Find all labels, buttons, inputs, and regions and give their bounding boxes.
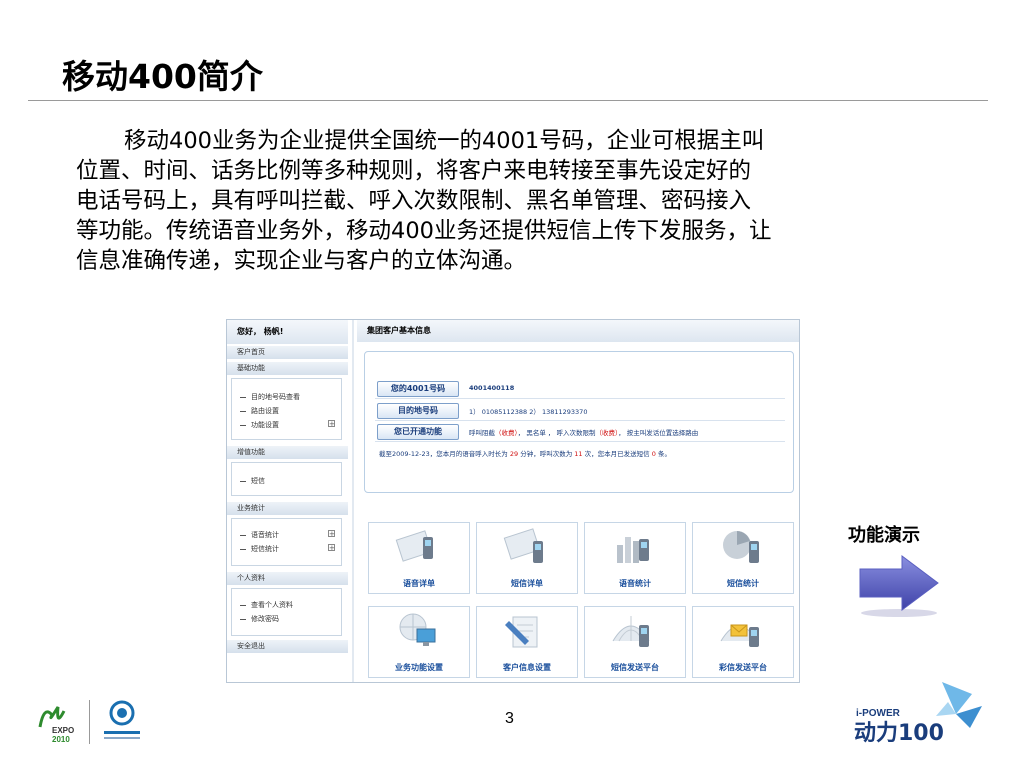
app-screenshot: 您好， 杨帆! 客户首页 基础功能 目的地号码查看 路由设置 功能设置 + 增值…: [226, 319, 800, 683]
customer-info-panel: 您的4001号码 4001400118 目的地号码 1） 01085112388…: [364, 351, 794, 493]
intro-line-2: 位置、时间、话务比例等多种规则，将客户来电转接至事先设定好的: [76, 158, 752, 184]
tile-customer-info[interactable]: 客户信息设置: [476, 606, 578, 678]
sidebar-box-value-added: 短信: [231, 462, 342, 496]
tile-mms-platform[interactable]: 彩信发送平台: [692, 606, 794, 678]
number-value: 4001400118: [469, 384, 515, 392]
intro-line-5: 信息准确传递，实现企业与客户的立体沟通。: [76, 248, 527, 274]
tile-voice-detail[interactable]: 语音详单: [368, 522, 470, 594]
sidebar-item-logout[interactable]: 安全退出: [227, 640, 348, 653]
features-label-button[interactable]: 您已开通功能: [377, 424, 459, 440]
tile-label: 短信发送平台: [611, 663, 659, 672]
row-divider: [375, 441, 785, 442]
sidebar-item-sms[interactable]: 短信: [240, 476, 265, 486]
app-sidebar: 您好， 杨帆! 客户首页 基础功能 目的地号码查看 路由设置 功能设置 + 增值…: [227, 320, 348, 682]
tile-voice-stats[interactable]: 语音统计: [584, 522, 686, 594]
sms-detail-icon: [503, 528, 543, 563]
tile-label: 彩信发送平台: [719, 663, 767, 672]
sms-platform-icon: [612, 616, 650, 647]
slide-title: 移动400简介: [62, 57, 263, 96]
expo-china-mobile-logo: EXPO 2010: [34, 697, 154, 751]
tile-label: 语音详单: [403, 579, 435, 588]
sidebar-item-dest-numbers[interactable]: 目的地号码查看: [240, 392, 300, 402]
sidebar-item-home[interactable]: 客户首页: [227, 346, 348, 359]
tile-sms-stats[interactable]: 短信统计: [692, 522, 794, 594]
sidebar-item-change-password[interactable]: 修改密码: [240, 614, 279, 624]
sidebar-section-basic[interactable]: 基础功能: [227, 362, 348, 375]
expand-icon[interactable]: +: [328, 420, 335, 428]
title-divider: [28, 100, 988, 101]
sidebar-box-profile: 查看个人资料 修改密码: [231, 588, 342, 636]
page-number: 3: [505, 710, 514, 727]
dest-value: 1） 01085112388 2） 13811293370: [469, 408, 588, 416]
dest-label-button[interactable]: 目的地号码: [377, 403, 459, 419]
tile-label: 业务功能设置: [395, 663, 443, 672]
tile-feature-settings[interactable]: 业务功能设置: [368, 606, 470, 678]
sidebar-item-voice-stats[interactable]: 语音统计: [240, 530, 279, 540]
sidebar-item-sms-stats[interactable]: 短信统计: [240, 544, 279, 554]
expand-icon[interactable]: +: [328, 544, 335, 552]
sidebar-box-stats: 语音统计 + 短信统计 +: [231, 518, 342, 566]
tile-label: 短信统计: [727, 579, 759, 588]
ipower-text: i-POWER: [856, 708, 901, 719]
sidebar-section-value-added[interactable]: 增值功能: [227, 446, 348, 459]
demo-arrow-button[interactable]: [856, 553, 942, 623]
ipower-logo-icon: i-POWER 动力100: [854, 682, 982, 746]
tile-label: 语音统计: [619, 579, 651, 588]
intro-line-3: 电话号码上，具有呼叫拦截、呼入次数限制、黑名单管理、密码接入: [76, 188, 752, 214]
intro-line-1: 移动400业务为企业提供全国统一的4001号码，企业可根据主叫: [124, 128, 765, 154]
sidebar-section-profile[interactable]: 个人资料: [227, 572, 348, 585]
document-pencil-icon: [505, 616, 538, 648]
row-divider: [375, 420, 785, 421]
expo-text: EXPO: [52, 726, 74, 735]
tile-label: 客户信息设置: [503, 663, 551, 672]
sidebar-item-routing[interactable]: 路由设置: [240, 406, 279, 416]
number-label-button[interactable]: 您的4001号码: [377, 381, 459, 397]
row-divider: [375, 398, 785, 399]
sidebar-item-view-profile[interactable]: 查看个人资料: [240, 600, 293, 610]
expo-year: 2010: [52, 735, 70, 744]
expo-logo-icon: EXPO 2010: [38, 700, 140, 744]
intro-line-4: 等功能。传统语音业务外，移动400业务还提供短信上传下发服务，让: [76, 218, 772, 244]
sidebar-item-feature-settings[interactable]: 功能设置: [240, 420, 279, 430]
tile-sms-detail[interactable]: 短信详单: [476, 522, 578, 594]
sidebar-section-stats[interactable]: 业务统计: [227, 502, 348, 515]
sidebar-greeting: 您好， 杨帆!: [227, 320, 348, 344]
pie-chart-icon: [723, 531, 759, 563]
tile-label: 短信详单: [511, 579, 543, 588]
right-arrow-icon: [859, 555, 939, 617]
globe-monitor-icon: [399, 613, 436, 646]
ipower-logo: i-POWER 动力100: [852, 680, 992, 754]
intro-paragraph: 移动400业务为企业提供全国统一的4001号码，企业可根据主叫 位置、时间、话务…: [76, 126, 956, 276]
sidebar-divider: [352, 320, 354, 682]
mms-platform-icon: [720, 624, 759, 647]
tile-sms-platform[interactable]: 短信发送平台: [584, 606, 686, 678]
voice-detail-icon: [395, 530, 433, 562]
expand-icon[interactable]: +: [328, 530, 335, 538]
sidebar-box-basic: 目的地号码查看 路由设置 功能设置 +: [231, 378, 342, 440]
demo-label: 功能演示: [848, 525, 920, 546]
features-value: 呼叫阻截（收费）， 黑名单 ， 呼入次数限制（收费）， 按主叫发话位置选择路由: [469, 429, 699, 437]
bar-chart-icon: [617, 537, 649, 563]
main-header: 集团客户基本信息: [357, 320, 799, 342]
dongli100-text: 动力100: [854, 721, 944, 746]
usage-note: 截至2009-12-23，您本月的语音呼入时长为 29 分钟，呼叫次数为 11 …: [379, 450, 671, 458]
